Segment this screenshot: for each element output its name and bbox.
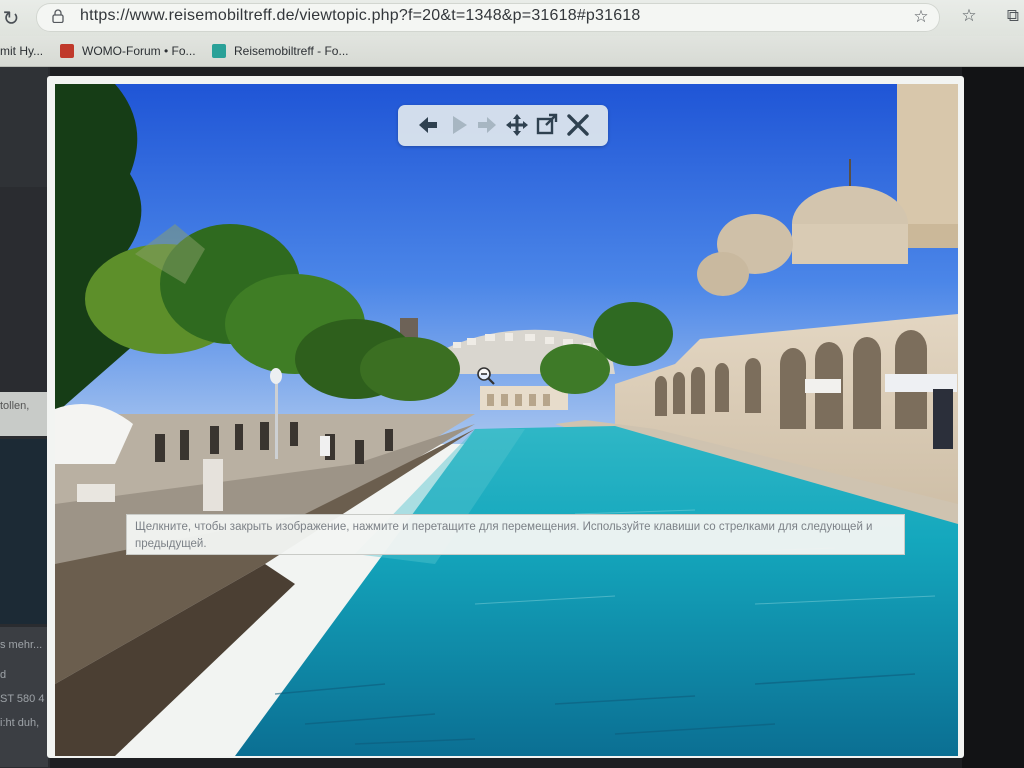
reisemobiltreff-favicon-icon	[212, 44, 226, 58]
previous-icon[interactable]	[415, 111, 441, 139]
forum-favicon-icon	[60, 44, 74, 58]
favorites-icon[interactable]: ☆	[958, 5, 980, 27]
next-icon	[478, 117, 496, 133]
lightbox-caption: Щелкните, чтобы закрыть изображение, наж…	[126, 514, 905, 555]
background-image	[0, 439, 48, 624]
lightbox-controls	[398, 105, 608, 146]
background-snippet: s mehr...	[0, 639, 43, 651]
bookmark-item[interactable]: mit Hy...	[0, 44, 43, 58]
background-snippet: ST 580 4	[0, 693, 45, 705]
background-snippet: tollen,	[0, 392, 48, 436]
zoom-out-cursor-icon	[477, 367, 495, 385]
open-original-icon[interactable]	[534, 111, 560, 139]
background-snippet: i:ht duh,	[0, 717, 40, 729]
close-icon[interactable]	[565, 111, 591, 139]
move-icon[interactable]	[504, 111, 530, 139]
background-page-right	[962, 67, 1024, 768]
bookmarks-bar: mit Hy... WOMO-Forum • Fo... Reisemobilt…	[0, 36, 1024, 67]
reload-icon[interactable]: ↻	[0, 8, 22, 30]
favorite-add-icon[interactable]: ☆	[910, 6, 932, 28]
bookmark-item-reisemobiltreff[interactable]: Reisemobiltreff - Fo...	[234, 44, 348, 58]
background-page-left: tollen, s mehr... d ST 580 4 i:ht duh,	[0, 67, 50, 768]
background-snippets: s mehr... d ST 580 4 i:ht duh,	[0, 627, 48, 767]
bookmark-item-womo-forum[interactable]: WOMO-Forum • Fo...	[82, 44, 196, 58]
url-field[interactable]: https://www.reisemobiltreff.de/viewtopic…	[36, 3, 940, 32]
url-text[interactable]: https://www.reisemobiltreff.de/viewtopic…	[80, 7, 641, 25]
background-snippet: d	[0, 669, 7, 681]
address-bar: ↻ https://www.reisemobiltreff.de/viewtop…	[0, 0, 1024, 36]
background-card	[0, 67, 48, 187]
lock-icon[interactable]	[52, 9, 64, 23]
collections-icon[interactable]: ⧉	[1002, 5, 1024, 27]
lightbox-image[interactable]	[55, 84, 958, 756]
play-icon	[453, 116, 467, 134]
